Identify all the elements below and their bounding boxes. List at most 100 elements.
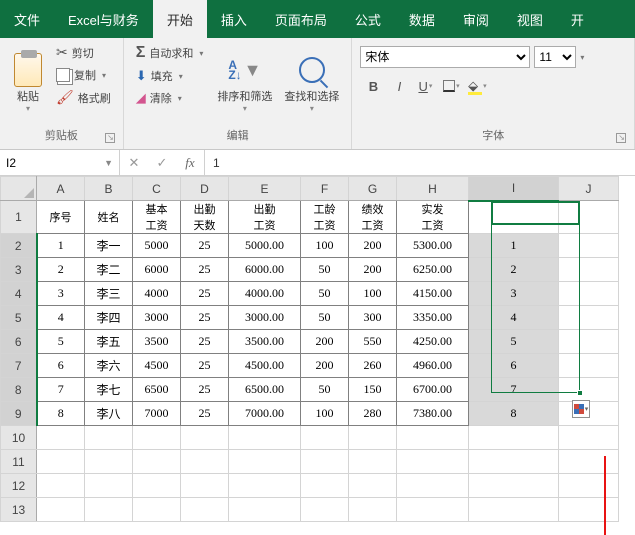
cell[interactable]: 李八 [85, 402, 133, 426]
cell[interactable]: 3350.00 [397, 306, 469, 330]
fill-color-button[interactable]: ⬙▾ [464, 74, 490, 98]
cell[interactable] [469, 450, 559, 474]
italic-button[interactable]: I [386, 74, 412, 98]
cell[interactable] [559, 306, 619, 330]
cell[interactable]: 150 [349, 378, 397, 402]
cell[interactable] [469, 474, 559, 498]
cell[interactable] [37, 450, 85, 474]
bold-button[interactable]: B [360, 74, 386, 98]
cell[interactable]: 50 [301, 282, 349, 306]
cell[interactable]: 4 [469, 306, 559, 330]
cell[interactable] [181, 474, 229, 498]
cell[interactable]: 姓名 [85, 201, 133, 234]
cancel-formula-button[interactable]: ✕ [120, 155, 148, 171]
tab-review[interactable]: 审阅 [449, 0, 503, 38]
cell[interactable]: 李七 [85, 378, 133, 402]
row-header-10[interactable]: 10 [1, 426, 37, 450]
cell[interactable]: 5 [37, 330, 85, 354]
cell[interactable]: 出勤工资 [229, 201, 301, 234]
cell[interactable]: 7380.00 [397, 402, 469, 426]
cell[interactable] [469, 201, 559, 234]
name-box[interactable]: I2▼ [0, 150, 120, 175]
cell[interactable]: 2 [469, 258, 559, 282]
cell[interactable]: 100 [349, 282, 397, 306]
cell[interactable]: 100 [301, 234, 349, 258]
col-header-F[interactable]: F [301, 177, 349, 201]
cell[interactable]: 4500.00 [229, 354, 301, 378]
cell[interactable]: 300 [349, 306, 397, 330]
cell[interactable]: 5000.00 [229, 234, 301, 258]
cell[interactable]: 6500 [133, 378, 181, 402]
row-header-6[interactable]: 6 [1, 330, 37, 354]
cell[interactable]: 550 [349, 330, 397, 354]
cell[interactable] [181, 498, 229, 522]
cell[interactable] [133, 474, 181, 498]
row-header-3[interactable]: 3 [1, 258, 37, 282]
cell[interactable] [559, 234, 619, 258]
cell[interactable]: 3000.00 [229, 306, 301, 330]
cell[interactable]: 4960.00 [397, 354, 469, 378]
col-header-B[interactable]: B [85, 177, 133, 201]
cell[interactable]: 4500 [133, 354, 181, 378]
col-header-G[interactable]: G [349, 177, 397, 201]
cell[interactable]: 200 [301, 330, 349, 354]
cell[interactable]: 280 [349, 402, 397, 426]
font-size-select[interactable]: 11 [534, 46, 576, 68]
cell[interactable]: 25 [181, 282, 229, 306]
tab-insert[interactable]: 插入 [207, 0, 261, 38]
cell[interactable]: 3 [469, 282, 559, 306]
cell[interactable]: 50 [301, 378, 349, 402]
sort-filter-button[interactable]: AZ↓▼ 排序和筛选 ▾ [213, 42, 276, 125]
cell[interactable] [301, 474, 349, 498]
cell[interactable] [559, 378, 619, 402]
cell[interactable]: 1 [469, 234, 559, 258]
cell[interactable] [301, 498, 349, 522]
cell[interactable] [181, 426, 229, 450]
col-header-D[interactable]: D [181, 177, 229, 201]
cell[interactable] [301, 426, 349, 450]
cell[interactable] [133, 450, 181, 474]
cell[interactable]: 25 [181, 402, 229, 426]
cell[interactable] [469, 426, 559, 450]
cell[interactable] [229, 450, 301, 474]
cell[interactable]: 李三 [85, 282, 133, 306]
cell[interactable] [397, 450, 469, 474]
col-header-A[interactable]: A [37, 177, 85, 201]
cell[interactable]: 3 [37, 282, 85, 306]
cell[interactable] [133, 498, 181, 522]
cell[interactable]: 100 [301, 402, 349, 426]
cell[interactable] [37, 426, 85, 450]
cut-button[interactable]: ✂剪切 [52, 42, 115, 63]
cell[interactable]: 8 [469, 402, 559, 426]
cell[interactable]: 1 [37, 234, 85, 258]
cell[interactable]: 4000.00 [229, 282, 301, 306]
row-header-12[interactable]: 12 [1, 474, 37, 498]
cell[interactable] [397, 426, 469, 450]
row-header-5[interactable]: 5 [1, 306, 37, 330]
border-button[interactable]: ▾ [438, 74, 464, 98]
col-header-E[interactable]: E [229, 177, 301, 201]
cell[interactable]: 200 [301, 354, 349, 378]
tab-home[interactable]: 开始 [153, 0, 207, 38]
cell[interactable] [559, 354, 619, 378]
cell[interactable] [349, 498, 397, 522]
col-header-J[interactable]: J [559, 177, 619, 201]
cell[interactable]: 25 [181, 378, 229, 402]
cell[interactable] [349, 426, 397, 450]
cell[interactable]: 6 [469, 354, 559, 378]
worksheet-grid[interactable]: ABCDEFGHIJ1序号姓名基本工资出勤天数出勤工资工龄工资绩效工资实发工资2… [0, 176, 635, 535]
cell[interactable]: 7 [469, 378, 559, 402]
row-header-7[interactable]: 7 [1, 354, 37, 378]
cell[interactable]: 6 [37, 354, 85, 378]
clear-button[interactable]: ◢清除▾ [132, 88, 208, 108]
cell[interactable]: 6250.00 [397, 258, 469, 282]
cell[interactable] [229, 474, 301, 498]
cell[interactable] [349, 450, 397, 474]
cell[interactable] [85, 426, 133, 450]
cell[interactable]: 李五 [85, 330, 133, 354]
cell[interactable]: 出勤天数 [181, 201, 229, 234]
cell[interactable]: 7 [37, 378, 85, 402]
cell[interactable]: 260 [349, 354, 397, 378]
cell[interactable]: 4150.00 [397, 282, 469, 306]
cell[interactable] [469, 498, 559, 522]
